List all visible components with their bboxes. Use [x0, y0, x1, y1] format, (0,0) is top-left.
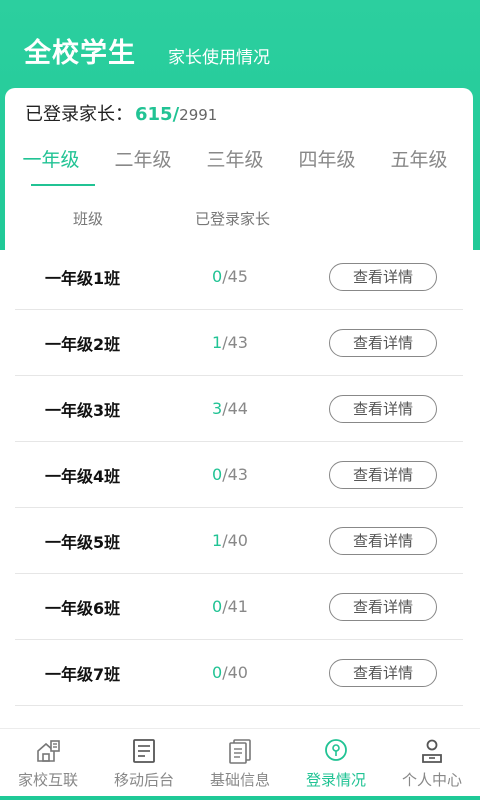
view-details-button[interactable]: 查看详情: [329, 592, 437, 621]
login-count: 0/45: [212, 267, 248, 286]
nav-label: 个人中心: [401, 771, 462, 789]
tab-grade-1[interactable]: 一年级: [5, 146, 97, 186]
nav-label: 基础信息: [209, 771, 270, 789]
nav-label: 移动后台: [113, 771, 174, 789]
page-header: 全校学生 家长使用情况: [0, 0, 480, 88]
tab-grade-3[interactable]: 三年级: [189, 146, 281, 186]
summary-logged-count: 615: [135, 104, 173, 125]
table-row: 一年级3班 3/44 查看详情: [15, 376, 463, 442]
content-card: 已登录家长： 615 / 2991 一年级 二年级 三年级 四年级 五年级 班级…: [5, 88, 473, 728]
total-count: 40: [227, 531, 248, 550]
info-doc-icon: [229, 739, 251, 764]
grade-tabs: 一年级 二年级 三年级 四年级 五年级: [5, 146, 473, 186]
login-count: 3/44: [212, 399, 248, 418]
logged-count: 0: [212, 267, 223, 286]
total-count: 43: [227, 465, 248, 484]
class-name: 一年级2班: [45, 334, 121, 354]
class-name: 一年级4班: [45, 466, 121, 486]
view-details-button[interactable]: 查看详情: [329, 460, 437, 489]
user-icon: [422, 739, 442, 763]
view-details-button[interactable]: 查看详情: [329, 394, 437, 423]
total-count: 40: [227, 663, 248, 682]
page-title: 全校学生: [24, 38, 136, 69]
summary-separator: /: [172, 104, 180, 125]
class-name: 一年级1班: [45, 268, 121, 288]
table-row: 一年级1班 0/45 查看详情: [15, 244, 463, 310]
login-count: 1/43: [212, 333, 248, 352]
page-subtitle: 家长使用情况: [168, 48, 270, 68]
logged-count: 1: [212, 333, 223, 352]
login-count: 0/41: [212, 597, 248, 616]
summary-label: 已登录家长：: [25, 104, 133, 125]
tab-grade-2[interactable]: 二年级: [97, 146, 189, 186]
total-count: 41: [227, 597, 248, 616]
document-list-icon: [133, 739, 155, 763]
class-name: 一年级3班: [45, 400, 121, 420]
view-details-button[interactable]: 查看详情: [329, 526, 437, 555]
tab-grade-4[interactable]: 四年级: [281, 146, 373, 186]
column-header-logged: 已登录家长: [195, 210, 271, 228]
view-details-button[interactable]: 查看详情: [329, 328, 437, 357]
login-summary: 已登录家长： 615 / 2991: [25, 100, 217, 126]
total-count: 45: [227, 267, 248, 286]
view-details-button[interactable]: 查看详情: [329, 658, 437, 687]
total-count: 44: [227, 399, 248, 418]
total-count: 43: [227, 333, 248, 352]
login-count: 0/40: [212, 663, 248, 682]
class-name: 一年级6班: [45, 598, 121, 618]
summary-total-count: 2991: [179, 106, 218, 124]
class-list: 一年级1班 0/45 查看详情 一年级2班 1/43 查看详情 一年级3班 3/…: [15, 244, 463, 706]
view-details-button[interactable]: 查看详情: [329, 262, 437, 291]
table-row: 一年级2班 1/43 查看详情: [15, 310, 463, 376]
table-row: 一年级7班 0/40 查看详情: [15, 640, 463, 706]
logged-count: 3: [212, 399, 223, 418]
logged-count: 1: [212, 531, 223, 550]
nav-item-personal-center[interactable]: 个人中心: [384, 729, 480, 800]
nav-label: 登录情况: [305, 771, 366, 789]
table-row: 一年级6班 0/41 查看详情: [15, 574, 463, 640]
nav-item-home-school[interactable]: 家校互联: [0, 729, 96, 800]
table-row: 一年级4班 0/43 查看详情: [15, 442, 463, 508]
table-row: 一年级5班 1/40 查看详情: [15, 508, 463, 574]
logged-count: 0: [212, 663, 223, 682]
nav-label: 家校互联: [17, 771, 78, 789]
login-count: 1/40: [212, 531, 248, 550]
nav-item-basic-info[interactable]: 基础信息: [192, 729, 288, 800]
logged-count: 0: [212, 597, 223, 616]
home-link-icon: [37, 740, 60, 762]
column-header-class: 班级: [73, 210, 104, 228]
tab-grade-5[interactable]: 五年级: [373, 146, 465, 186]
nav-item-login-status[interactable]: 登录情况: [288, 729, 384, 800]
class-name: 一年级5班: [45, 532, 121, 552]
table-header: 班级 已登录家长: [5, 208, 473, 234]
login-status-icon: [325, 739, 347, 761]
class-name: 一年级7班: [45, 664, 121, 684]
bottom-accent-bar: [0, 796, 480, 800]
login-count: 0/43: [212, 465, 248, 484]
bottom-navigation: 家校互联 移动后台 基础信息 登录情况 个人中心: [0, 728, 480, 800]
nav-item-mobile-admin[interactable]: 移动后台: [96, 729, 192, 800]
logged-count: 0: [212, 465, 223, 484]
